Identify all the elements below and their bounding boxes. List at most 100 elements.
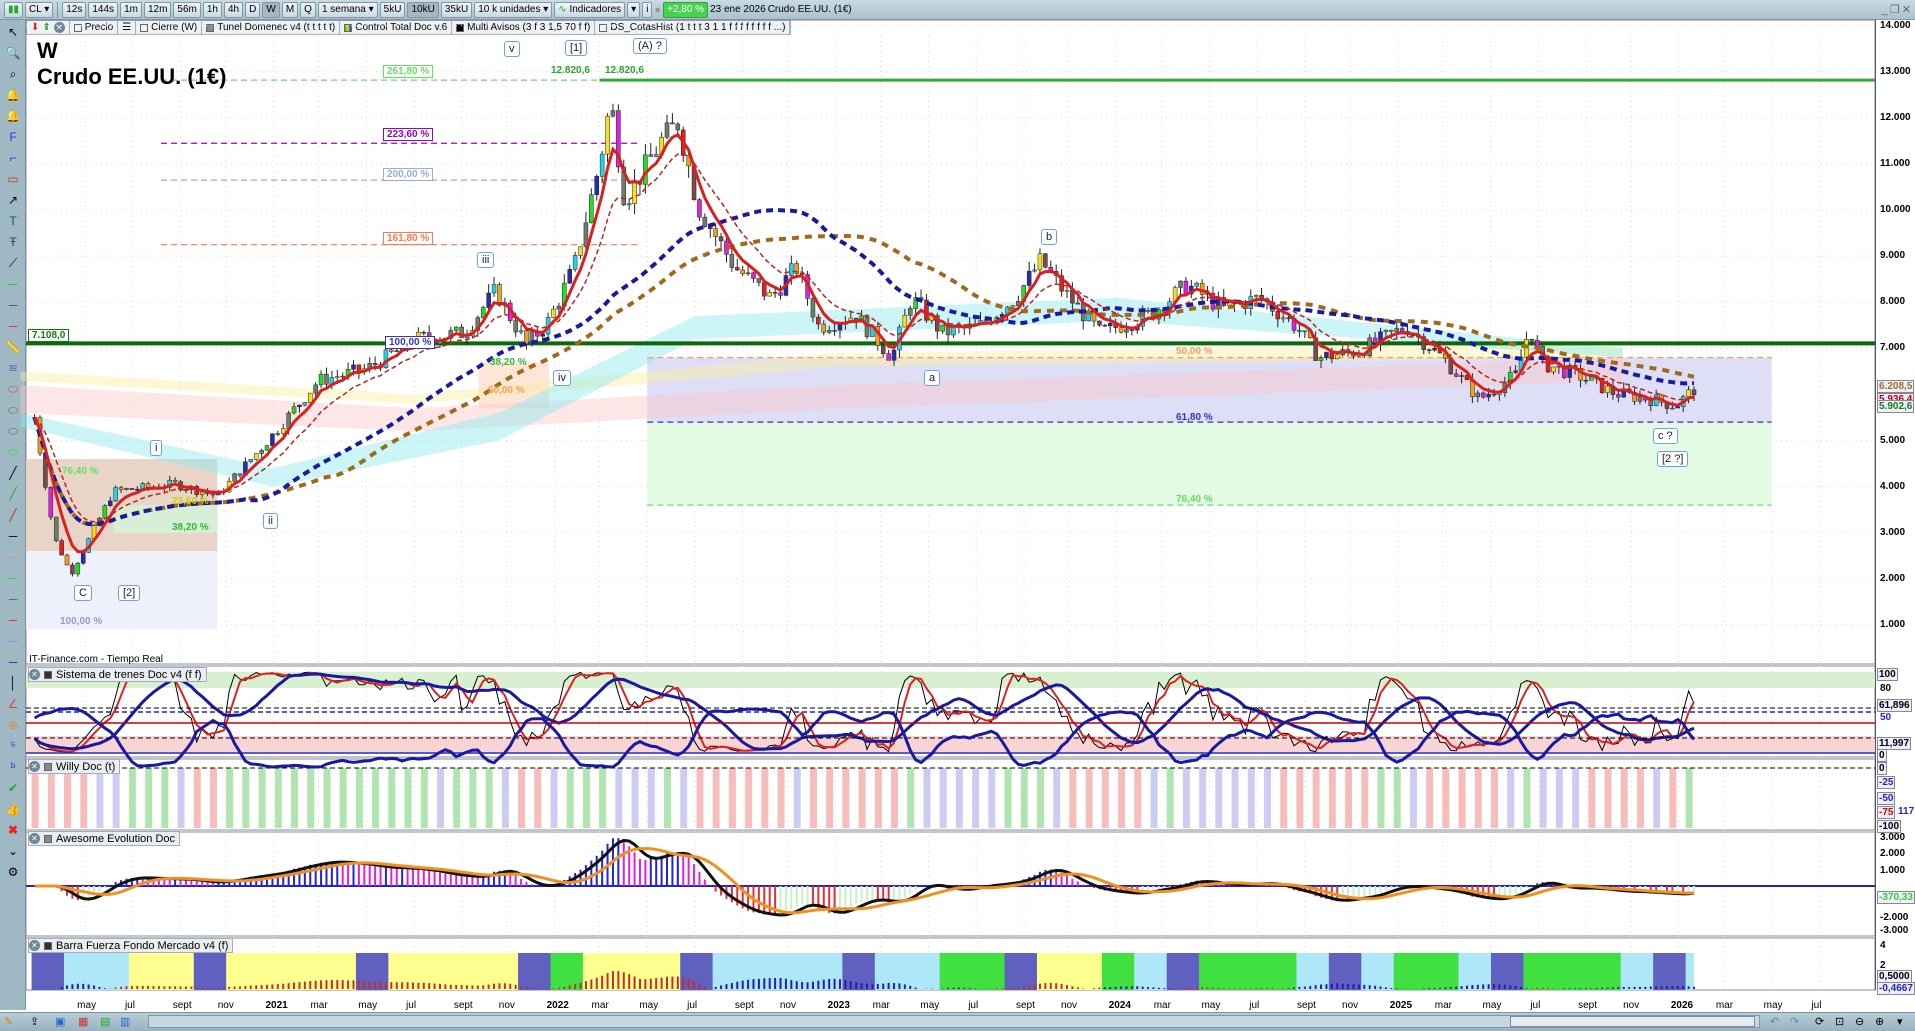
- willy-bar: [1474, 768, 1482, 828]
- barra-bar: [1238, 988, 1241, 989]
- barra-bar: [1390, 988, 1393, 989]
- time-tick: 2024: [1108, 1000, 1131, 1011]
- pencil-icon[interactable]: ✎: [4, 1015, 13, 1028]
- barra-bar: [363, 980, 366, 989]
- barra-bar: [1303, 986, 1306, 989]
- fib-label: 38,20 %: [172, 522, 209, 533]
- wave-label[interactable]: iv: [553, 370, 571, 386]
- barra-bar: [676, 976, 679, 989]
- candle: [1194, 282, 1199, 287]
- candle: [280, 428, 286, 434]
- willy-bar: [1231, 768, 1239, 828]
- barra-bar: [1671, 986, 1674, 989]
- barra-bar: [395, 982, 398, 989]
- candle: [816, 316, 821, 325]
- barra-bar: [1190, 987, 1193, 989]
- barra-bar: [174, 986, 177, 989]
- candle: [48, 487, 54, 518]
- table-icon[interactable]: ▤: [100, 1015, 110, 1028]
- candle: [302, 402, 308, 406]
- scrollbar-thumb[interactable]: [1510, 1016, 1755, 1027]
- wave-label[interactable]: ii: [263, 513, 278, 529]
- wave-label[interactable]: C: [74, 585, 92, 601]
- wave-label[interactable]: v: [504, 41, 520, 57]
- fib-label: 50,00 %: [488, 385, 525, 396]
- willy-bar: [1377, 768, 1385, 828]
- wave-label[interactable]: b: [1041, 229, 1058, 245]
- candle: [453, 326, 459, 331]
- candle: [1491, 393, 1497, 396]
- barra-bar: [1184, 988, 1187, 989]
- panel-title: Willy Doc (t): [56, 760, 116, 773]
- willy-bar: [664, 768, 672, 828]
- willy-bar: [323, 768, 331, 828]
- zoom-fit-icon[interactable]: ⊡: [1835, 1015, 1844, 1028]
- candle: [1399, 328, 1405, 332]
- barra-bar: [260, 985, 263, 989]
- price-tick: 14.000: [1880, 19, 1911, 31]
- layout-icon[interactable]: ▥: [120, 1015, 130, 1028]
- barra-bar: [1601, 987, 1604, 989]
- barra-bar: [1141, 986, 1144, 989]
- close-panel-icon[interactable]: ✕: [29, 833, 40, 844]
- willy-bar: [923, 768, 931, 828]
- redo-icon[interactable]: ↷: [1790, 1015, 1799, 1028]
- wave-label[interactable]: [2 ?]: [1657, 451, 1689, 467]
- barra-bar: [855, 982, 858, 989]
- candle: [1064, 290, 1070, 292]
- undo-icon[interactable]: ↶: [1770, 1015, 1779, 1028]
- wave-label[interactable]: (A) ?: [633, 38, 667, 54]
- candle: [1118, 327, 1124, 333]
- candle: [718, 236, 724, 242]
- wave-label[interactable]: [2]: [118, 585, 141, 601]
- settings-icon[interactable]: ▾: [1897, 1015, 1903, 1028]
- save-icon[interactable]: ▣: [55, 1015, 65, 1028]
- zoom-out-icon[interactable]: ⊖: [1855, 1015, 1864, 1028]
- willy-bar: [955, 768, 963, 828]
- candle: [632, 180, 637, 204]
- barra-block: [1588, 953, 1624, 990]
- barra-block: [64, 953, 100, 990]
- time-tick: mar: [310, 1000, 328, 1011]
- candle: [1459, 375, 1464, 377]
- wave-label[interactable]: i: [150, 440, 163, 456]
- close-panel-icon[interactable]: ✕: [29, 761, 40, 772]
- barra-bar: [898, 983, 901, 989]
- wave-label[interactable]: iii: [477, 252, 495, 268]
- share-icon[interactable]: ⇪: [30, 1015, 39, 1028]
- candle: [610, 110, 616, 117]
- zoom-in-icon[interactable]: ⊕: [1875, 1015, 1884, 1028]
- willy-bar: [1604, 768, 1612, 828]
- candle: [1589, 376, 1594, 381]
- wave-label[interactable]: [1]: [565, 40, 588, 56]
- barra-bar: [860, 983, 863, 989]
- wave-label[interactable]: c ?: [1653, 428, 1678, 444]
- barra-bar: [1314, 985, 1317, 989]
- barra-bar: [1179, 988, 1182, 989]
- candle: [907, 308, 913, 316]
- barra-bar: [1093, 988, 1096, 989]
- barra-bar: [557, 987, 560, 989]
- willy-bar: [501, 768, 509, 828]
- price-tick: 8.000: [1880, 296, 1906, 308]
- wave-label[interactable]: a: [924, 370, 941, 386]
- barra-block: [128, 953, 165, 990]
- willy-bar: [47, 768, 55, 828]
- candle: [832, 329, 837, 332]
- close-panel-icon[interactable]: ✕: [29, 669, 40, 680]
- willy-bar: [988, 768, 996, 828]
- close-panel-icon[interactable]: ✕: [29, 940, 40, 951]
- candle: [1280, 317, 1286, 320]
- price-chart[interactable]: [0, 0, 1915, 1031]
- barra-bar: [1206, 987, 1209, 989]
- barra-bar: [1520, 986, 1523, 989]
- price-tick: 2.000: [1880, 572, 1906, 584]
- barra-bar: [1525, 988, 1528, 989]
- barra-bar: [66, 985, 69, 989]
- grid-icon[interactable]: ▦: [78, 1015, 88, 1028]
- willy-bar: [907, 768, 915, 828]
- panel-barra-header: ✕ Barra Fuerza Fondo Mercado v4 (f): [28, 938, 234, 953]
- candle: [1394, 328, 1399, 332]
- barra-bar: [590, 979, 593, 989]
- refresh-icon[interactable]: ⟳: [1815, 1015, 1824, 1028]
